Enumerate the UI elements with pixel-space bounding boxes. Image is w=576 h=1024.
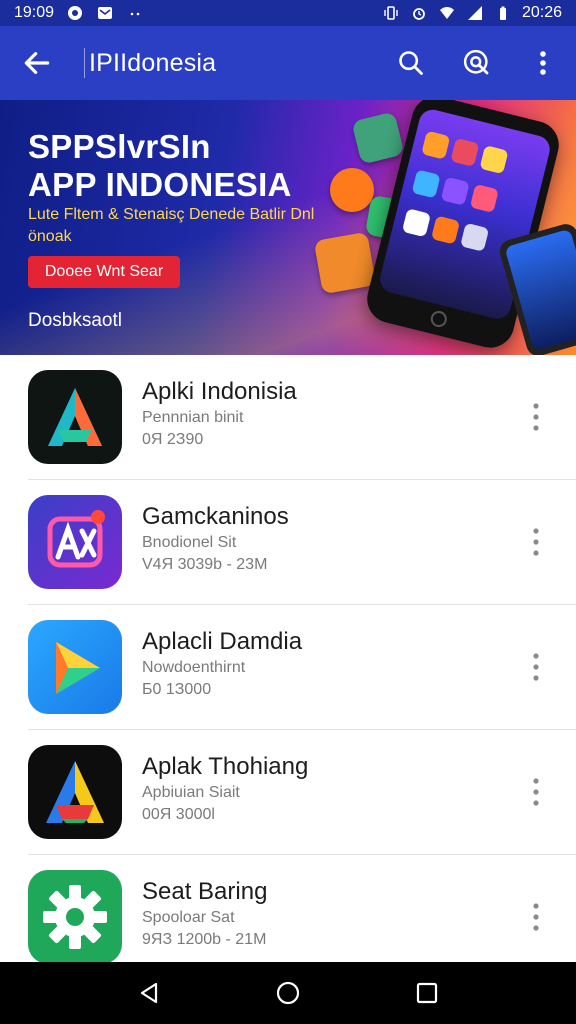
more-vert-icon	[540, 51, 546, 75]
status-time-right: 20:26	[521, 4, 562, 21]
nav-recents-button[interactable]	[405, 971, 449, 1015]
item-more-button[interactable]	[518, 399, 554, 435]
list-item[interactable]: Aplacli Damdia Nowdoenthirnt Б0 1З000	[0, 605, 576, 730]
search-alt-icon	[463, 49, 489, 75]
more-vert-icon	[533, 653, 539, 681]
signal-icon	[467, 6, 482, 20]
home-circle-icon	[276, 981, 300, 1005]
app-info: 0Я 2З90	[142, 431, 204, 448]
app-info: V4Я 3039b - 23M	[142, 556, 268, 573]
vibrate-icon	[384, 6, 398, 20]
banner-footer-text: Dosbksaotl	[28, 310, 122, 331]
item-more-button[interactable]	[518, 649, 554, 685]
list-item[interactable]: Aplak Thohiang Apbiuian Siait 00Я 3000l	[0, 730, 576, 855]
item-more-button[interactable]	[518, 774, 554, 810]
search-alt-button[interactable]	[444, 26, 510, 100]
more-vert-icon	[533, 403, 539, 431]
battery-icon	[499, 6, 506, 20]
arrow-left-icon	[24, 52, 50, 74]
promo-banner[interactable]: SPPSlvrSIn APP INDONESIA Lute Fltem & St…	[0, 100, 576, 355]
app-developer: Nowdoenthirnt	[142, 659, 246, 676]
nav-home-button[interactable]	[266, 971, 310, 1015]
item-more-button[interactable]	[518, 899, 554, 935]
banner-cta-button[interactable]: Dooee Wnt Sear	[28, 256, 180, 288]
app-developer: Pennnian binit	[142, 409, 244, 426]
list-item[interactable]: Aplki Indonisia Pennnian binit 0Я 2З90	[0, 355, 576, 480]
settings-app-icon	[28, 870, 122, 964]
wifi-icon	[439, 7, 454, 19]
floating-icon-tile	[330, 168, 374, 212]
record-icon	[68, 6, 83, 20]
recents-square-icon	[416, 982, 437, 1004]
app-developer: Bnodionel Sit	[142, 534, 237, 551]
title-divider	[84, 48, 85, 78]
app-name: Gamckaninos	[142, 503, 289, 530]
back-triangle-icon	[141, 982, 158, 1004]
more-vert-icon	[533, 778, 539, 806]
more-options-button[interactable]	[510, 26, 576, 100]
alarm-icon	[413, 8, 425, 20]
app-list: Aplki Indonisia Pennnian binit 0Я 2З90 G…	[0, 355, 576, 980]
aplacli-app-icon	[28, 620, 122, 714]
phone-home-button	[429, 309, 449, 329]
search-button[interactable]	[378, 26, 444, 100]
list-item[interactable]: Gamckaninos Bnodionel Sit V4Я 3039b - 23…	[0, 480, 576, 605]
banner-subtitle: Lute Fltem & Stenaisç Denede Batlir Dnl …	[28, 206, 315, 245]
banner-headline-line2: APP INDONESIA	[28, 166, 292, 203]
nav-back-button[interactable]	[127, 971, 171, 1015]
system-navigation-bar	[0, 962, 576, 1024]
app-name: Aplki Indonisia	[142, 378, 297, 405]
aplak-app-icon	[28, 745, 122, 839]
gamckaninos-app-icon	[28, 495, 122, 589]
app-name: Aplak Thohiang	[142, 753, 309, 780]
status-bar: 19:09 20:26	[0, 0, 576, 26]
more-vert-icon	[533, 903, 539, 931]
app-info: Б0 1З000	[142, 681, 212, 698]
status-time: 19:09	[14, 4, 55, 21]
back-button[interactable]	[0, 26, 74, 100]
banner-headline-line1: SPPSlvrSIn	[28, 128, 211, 165]
item-more-button[interactable]	[518, 524, 554, 560]
banner-headline: SPPSlvrSIn APP INDONESIA	[28, 128, 292, 204]
app-name: Seat Baring	[142, 878, 268, 905]
app-developer: Apbiuian Siait	[142, 784, 240, 801]
app-developer: Spooloar Sat	[142, 909, 235, 926]
more-vert-icon	[533, 528, 539, 556]
aplki-app-icon	[28, 370, 122, 464]
app-bar: IPIIdonesia	[0, 26, 576, 100]
mail-icon	[98, 7, 113, 19]
app-info: 9ЯЗ 1200b - 21M	[142, 931, 267, 948]
search-icon	[399, 51, 423, 75]
app-info: 00Я 3000l	[142, 806, 215, 823]
dots-icon	[130, 12, 140, 16]
page-title: IPIIdonesia	[89, 48, 217, 77]
app-name: Aplacli Damdia	[142, 628, 303, 655]
